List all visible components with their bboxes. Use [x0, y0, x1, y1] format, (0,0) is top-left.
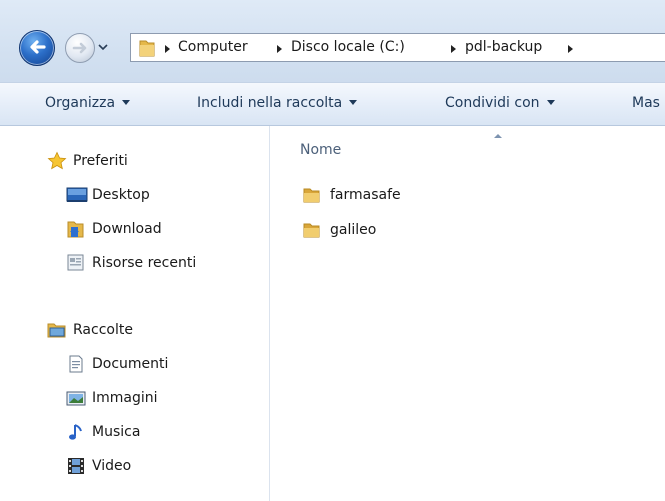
nav-item-label: Musica [92, 424, 141, 440]
breadcrumb-chevron-icon[interactable] [451, 45, 456, 53]
desktop-icon [66, 185, 88, 205]
arrow-left-icon [30, 40, 46, 54]
chevron-down-icon [122, 100, 131, 105]
share-with-button[interactable]: Condividi con [445, 95, 555, 111]
navigation-pane: Preferiti Desktop Download Risorse recen… [0, 126, 270, 501]
folder-name: galileo [330, 222, 377, 238]
forward-button[interactable] [65, 33, 95, 63]
nav-favorites-label: Preferiti [73, 153, 128, 169]
breadcrumb-local-disk[interactable]: Disco locale (C:) [291, 39, 405, 55]
nav-favorites[interactable]: Preferiti [47, 150, 128, 172]
share-label: Condividi con [445, 95, 540, 111]
address-box[interactable]: Computer Disco locale (C:) pdl-backup [130, 33, 665, 62]
star-icon [47, 151, 67, 171]
nav-libraries[interactable]: Raccolte [47, 319, 133, 341]
nav-item-label: Download [92, 221, 162, 237]
address-bar-area: Computer Disco locale (C:) pdl-backup [0, 0, 665, 82]
sort-ascending-icon [494, 134, 502, 138]
command-toolbar: Organizza Includi nella raccolta Condivi… [0, 82, 665, 126]
organize-label: Organizza [45, 95, 116, 111]
chevron-down-icon [546, 100, 555, 105]
folder-icon [302, 220, 322, 240]
libraries-icon [47, 320, 67, 340]
nav-item-download[interactable]: Download [66, 218, 162, 240]
folder-item-farmasafe[interactable]: farmasafe [302, 184, 401, 206]
column-header-name[interactable]: Nome [300, 142, 341, 158]
downloads-folder-icon [66, 219, 86, 239]
chevron-down-icon [349, 100, 358, 105]
nav-item-documents[interactable]: Documenti [66, 353, 168, 375]
include-label: Includi nella raccolta [197, 95, 343, 111]
organize-button[interactable]: Organizza [45, 95, 131, 111]
nav-item-pictures[interactable]: Immagini [66, 387, 158, 409]
back-button[interactable] [19, 30, 55, 66]
video-film-icon [66, 456, 86, 476]
folder-icon [139, 40, 155, 57]
recent-pages-dropdown-icon[interactable] [97, 41, 109, 53]
nav-libraries-label: Raccolte [73, 322, 133, 338]
breadcrumb-computer[interactable]: Computer [178, 39, 248, 55]
folder-icon [302, 185, 322, 205]
breadcrumb-chevron-icon[interactable] [277, 45, 282, 53]
nav-item-recent-places[interactable]: Risorse recenti [66, 252, 196, 274]
nav-item-label: Documenti [92, 356, 169, 372]
documents-icon [66, 354, 86, 374]
include-in-library-button[interactable]: Includi nella raccolta [197, 95, 358, 111]
nav-item-label: Video [92, 458, 132, 474]
breadcrumb-chevron-icon[interactable] [165, 45, 170, 53]
breadcrumb-pdl-backup[interactable]: pdl-backup [465, 39, 542, 55]
arrow-right-icon [72, 42, 87, 54]
nav-item-label: Desktop [92, 187, 150, 203]
nav-item-desktop[interactable]: Desktop [66, 184, 150, 206]
breadcrumb-chevron-icon[interactable] [568, 45, 573, 53]
nav-item-video[interactable]: Video [66, 455, 131, 477]
file-list: Nome farmasafe galileo [270, 126, 665, 501]
nav-item-label: Immagini [92, 390, 158, 406]
more-button[interactable]: Mas [632, 95, 660, 111]
nav-item-music[interactable]: Musica [66, 421, 140, 443]
folder-item-galileo[interactable]: galileo [302, 219, 376, 241]
nav-item-label: Risorse recenti [92, 255, 197, 271]
pictures-icon [66, 388, 86, 408]
recent-places-icon [66, 253, 86, 273]
music-note-icon [66, 422, 86, 442]
folder-name: farmasafe [330, 187, 401, 203]
more-label: Mas [632, 95, 660, 111]
